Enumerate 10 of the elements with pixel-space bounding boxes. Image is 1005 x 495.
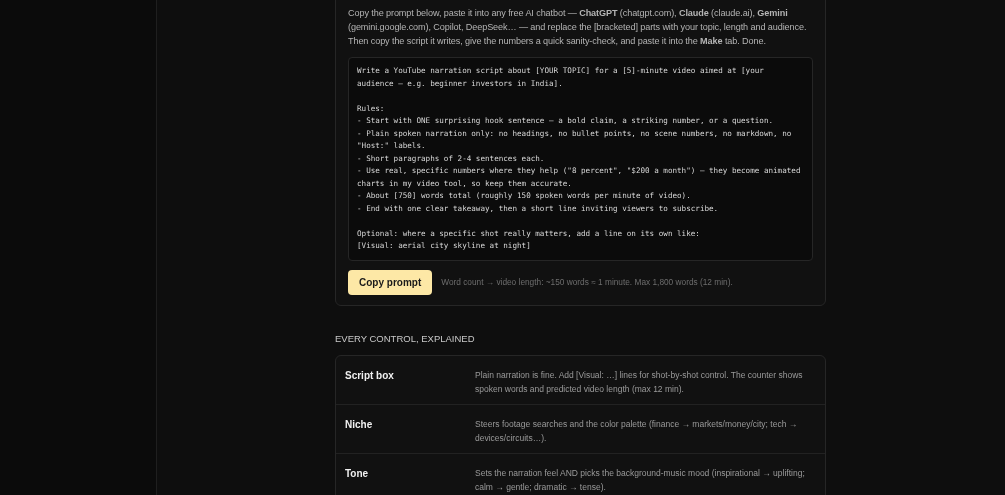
copy-prompt-button[interactable]: Copy prompt <box>348 269 433 295</box>
word-count-hint: Word count → video length: ~150 words ≈ 1 minute. Max 1,800 words (12 min). <box>441 275 733 289</box>
control-name: Tone <box>345 466 370 481</box>
control-description: Sets the narration feel AND picks the background-music mood (inspirational → uplifting; calm → gentle; dramatic → tense). <box>475 466 806 494</box>
instructions-text: Copy the prompt below, paste it into any free AI chatbot — ChatGPT (chatgpt.com), Claude (claude.ai), Gemini (gemini.google.com), Copilot, DeepSeek… — and replace the [bracketed] parts with your topic, length and audience. Then copy the script it writes, give the numbers a quick sanity-check, and paste it into the Make tab. Done. <box>348 7 808 48</box>
section-heading: EVERY CONTROL, EXPLAINED <box>335 331 476 346</box>
control-name: Niche <box>345 417 374 432</box>
control-description: Plain narration is fine. Add [Visual: …] lines for shot-by-shot control. The counter shows spoken words and predicted video length (max 12 min). <box>475 368 804 396</box>
control-name: Script box <box>345 368 395 383</box>
control-description: Steers footage searches and the color palette (finance → markets/money/city; tech → devices/circuits…). <box>475 417 799 445</box>
